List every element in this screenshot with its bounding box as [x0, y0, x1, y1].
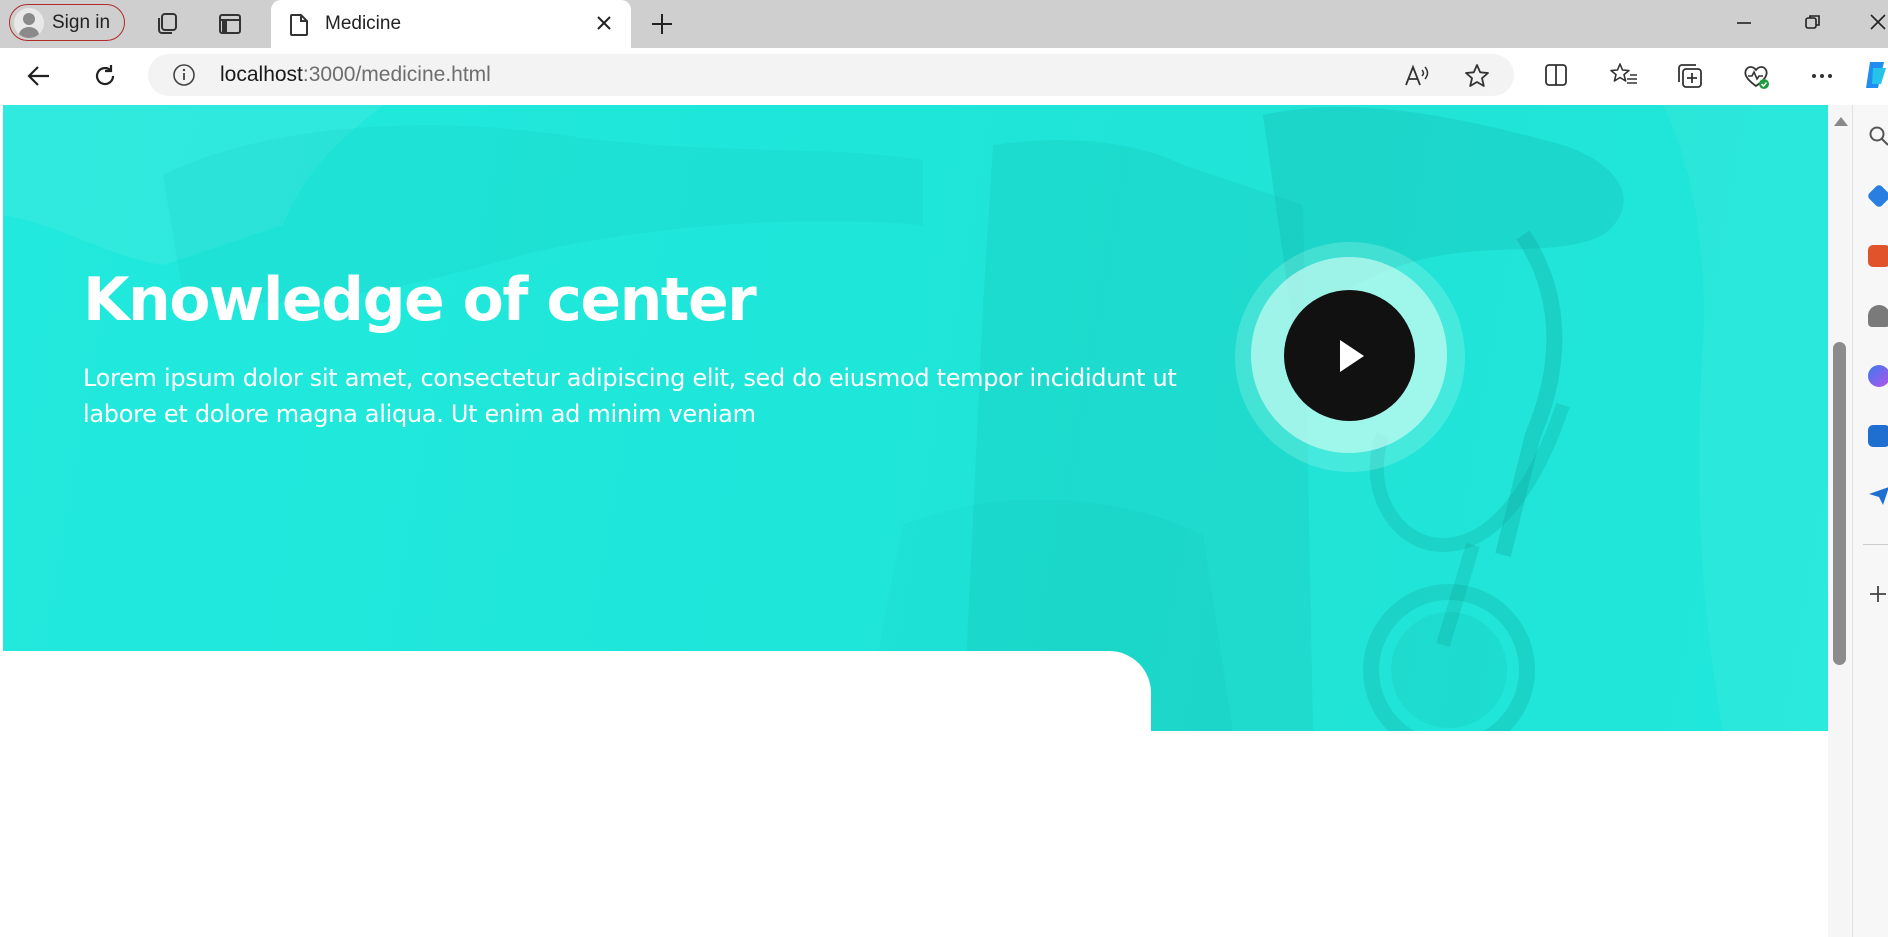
back-icon[interactable] [25, 62, 53, 90]
copilot-icon[interactable] [1864, 60, 1888, 90]
video-play-button[interactable] [1284, 290, 1415, 421]
browser-essentials-icon[interactable] [1742, 62, 1770, 90]
profile-avatar-icon [14, 7, 44, 38]
hero-section: Knowledge of center Lorem ipsum dolor si… [3, 105, 1828, 731]
more-icon[interactable] [1808, 62, 1836, 90]
tab-medicine[interactable]: Medicine [271, 0, 631, 48]
url-text[interactable]: localhost:3000/medicine.html [220, 63, 491, 87]
new-tab-icon[interactable] [648, 10, 676, 38]
split-screen-icon[interactable] [1543, 62, 1569, 88]
favorites-icon[interactable] [1610, 62, 1638, 88]
outlook-icon[interactable] [1868, 425, 1888, 447]
read-aloud-icon[interactable] [1404, 64, 1430, 88]
url-host: localhost [220, 63, 303, 86]
collections-icon[interactable] [1676, 62, 1704, 90]
page-viewport: Knowledge of center Lorem ipsum dolor si… [0, 105, 1828, 937]
hero-bottom-cutout [3, 651, 1151, 731]
browser-toolbar: localhost:3000/medicine.html [0, 48, 1888, 105]
page-icon [290, 14, 308, 36]
m365-icon[interactable] [1868, 365, 1888, 387]
sign-in-label: Sign in [52, 11, 111, 33]
tab-strip: Sign in Medicine [0, 0, 1888, 48]
sidebar-divider [1863, 544, 1888, 545]
refresh-icon[interactable] [91, 62, 119, 90]
tab-title: Medicine [325, 13, 402, 34]
hero-description: Lorem ipsum dolor sit amet, consectetur … [83, 364, 1177, 428]
search-icon[interactable] [1868, 125, 1888, 147]
address-bar[interactable]: localhost:3000/medicine.html [148, 54, 1514, 96]
vertical-tabs-icon[interactable] [216, 10, 244, 38]
add-icon[interactable] [1867, 583, 1888, 605]
send-icon[interactable] [1868, 485, 1888, 507]
sign-in-button[interactable]: Sign in [9, 4, 125, 41]
site-info-icon[interactable] [172, 63, 196, 87]
close-window-icon[interactable] [1868, 12, 1888, 32]
tools-icon[interactable] [1868, 245, 1888, 267]
people-icon[interactable] [1868, 305, 1888, 327]
favorite-star-icon[interactable] [1464, 63, 1490, 89]
close-icon[interactable] [595, 14, 613, 32]
vertical-scrollbar[interactable] [1828, 105, 1852, 937]
edge-sidebar [1852, 105, 1888, 937]
play-icon [1340, 340, 1364, 372]
shopping-icon[interactable] [1866, 183, 1888, 209]
minimize-icon[interactable] [1734, 12, 1754, 32]
url-path: :3000/medicine.html [302, 63, 491, 86]
scrollbar-thumb[interactable] [1833, 342, 1846, 665]
workspaces-icon[interactable] [153, 10, 181, 38]
scroll-up-arrow-icon[interactable] [1834, 117, 1848, 126]
hero-title: Knowledge of center [83, 265, 757, 335]
restore-icon[interactable] [1803, 12, 1823, 32]
